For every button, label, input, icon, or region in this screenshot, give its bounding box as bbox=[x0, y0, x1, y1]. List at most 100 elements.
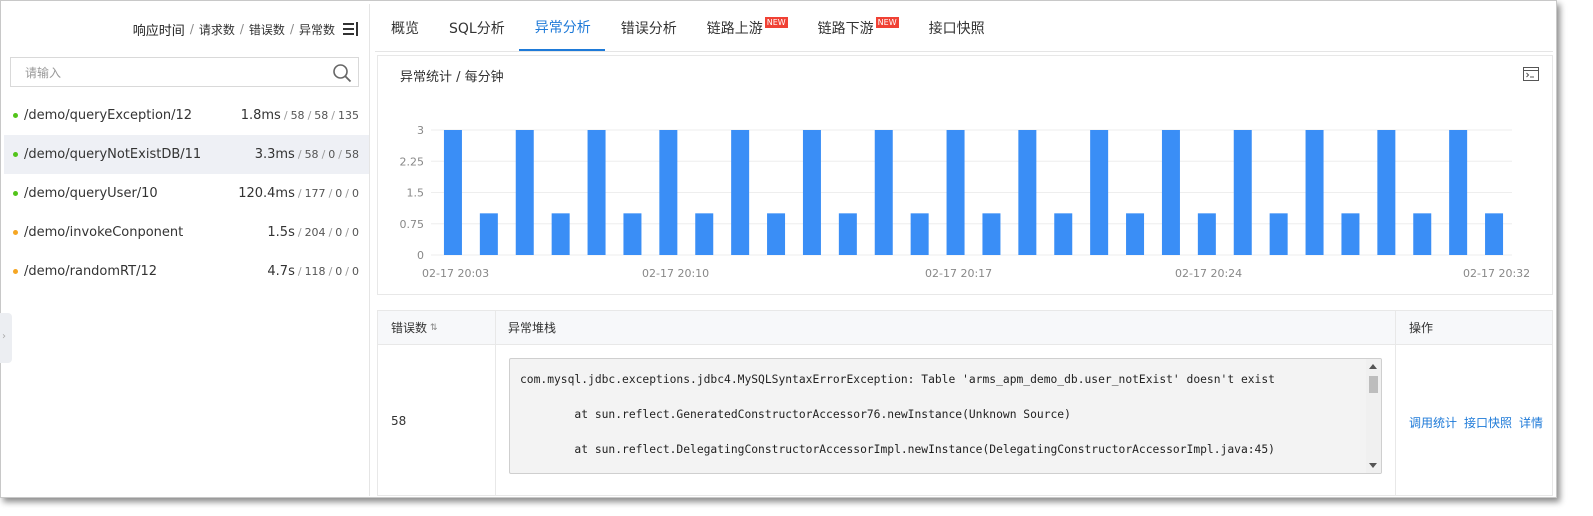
api-exceptions: 58 bbox=[345, 148, 359, 161]
stat-separator: / bbox=[297, 265, 302, 278]
api-exceptions: 0 bbox=[352, 226, 359, 239]
api-list-item[interactable]: /demo/queryNotExistDB/11 3.3ms/58/0/58 bbox=[4, 135, 369, 174]
stat-separator: / bbox=[338, 148, 342, 161]
x-tick-label: 02-17 20:24 bbox=[1175, 267, 1242, 280]
header-error-count[interactable]: 错误数 ⇅ bbox=[391, 311, 438, 344]
api-stats: 3.3ms/58/0/58 bbox=[255, 147, 359, 162]
stack-trace-box[interactable]: com.mysql.jdbc.exceptions.jdbc4.MySQLSyn… bbox=[509, 358, 1382, 474]
api-list-item[interactable]: /demo/queryException/12 1.8ms/58/58/135 bbox=[4, 96, 369, 135]
stat-separator: / bbox=[307, 109, 312, 122]
api-snapshot-link[interactable]: 接口快照 bbox=[1464, 414, 1512, 431]
bar-3 bbox=[551, 213, 570, 255]
bar-23 bbox=[1269, 213, 1288, 255]
tab-2[interactable]: 异常分析 bbox=[518, 4, 605, 51]
status-dot-icon bbox=[13, 191, 18, 196]
bar-26 bbox=[1377, 130, 1396, 255]
tab-label: 链路上游 bbox=[706, 20, 763, 37]
stat-separator: / bbox=[345, 187, 349, 200]
api-path: /demo/randomRT/12 bbox=[24, 264, 157, 279]
status-dot-icon bbox=[13, 152, 18, 157]
stat-separator: / bbox=[297, 187, 302, 200]
sort-arrows-icon[interactable]: ⇅ bbox=[430, 323, 438, 333]
tab-3[interactable]: 错误分析 bbox=[605, 4, 691, 51]
bar-7 bbox=[695, 213, 714, 255]
bar-29 bbox=[1485, 213, 1504, 255]
row-actions: 调用统计 接口快照 详情 bbox=[1409, 414, 1543, 431]
bar-20 bbox=[1161, 130, 1180, 255]
stat-separator: / bbox=[321, 148, 326, 161]
tab-label: 异常分析 bbox=[534, 19, 591, 36]
chevron-right-icon: › bbox=[2, 331, 6, 342]
stat-separator: / bbox=[345, 226, 349, 239]
stat-separator: / bbox=[328, 226, 333, 239]
bar-6 bbox=[659, 130, 678, 255]
api-requests: 118 bbox=[304, 265, 326, 278]
y-tick-label: 2.25 bbox=[400, 155, 425, 168]
header-stack: 异常堆栈 bbox=[508, 321, 557, 335]
stack-line: at sun.reflect.GeneratedConstructorAcces… bbox=[520, 408, 1071, 421]
tab-6[interactable]: 接口快照 bbox=[913, 4, 999, 51]
bar-10 bbox=[802, 130, 821, 255]
stat-separator: / bbox=[297, 148, 302, 161]
bar-2 bbox=[515, 130, 534, 255]
stat-separator: / bbox=[345, 265, 349, 278]
bar-25 bbox=[1341, 213, 1360, 255]
api-exceptions: 0 bbox=[352, 265, 359, 278]
tab-label: 错误分析 bbox=[620, 20, 677, 37]
api-list-item[interactable]: /demo/invokeConponent 1.5s/204/0/0 bbox=[4, 213, 369, 252]
scroll-down-icon[interactable] bbox=[1369, 463, 1377, 468]
tab-5[interactable]: 链路下游 NEW bbox=[802, 4, 913, 51]
x-tick-label: 02-17 20:32 bbox=[1463, 267, 1530, 280]
stack-line: at sun.reflect.DelegatingConstructorAcce… bbox=[520, 443, 1275, 456]
bar-8 bbox=[731, 130, 750, 255]
sort-option-rt[interactable]: 响应时间 bbox=[133, 20, 185, 39]
api-path: /demo/queryNotExistDB/11 bbox=[24, 147, 202, 162]
api-list-item[interactable]: /demo/randomRT/12 4.7s/118/0/0 bbox=[4, 252, 369, 291]
api-rt: 1.8ms bbox=[240, 108, 281, 123]
search-icon[interactable] bbox=[332, 63, 352, 83]
bar-13 bbox=[910, 213, 929, 255]
stack-scrollbar[interactable] bbox=[1366, 359, 1381, 473]
bar-18 bbox=[1090, 130, 1109, 255]
api-list: /demo/queryException/12 1.8ms/58/58/135/d… bbox=[4, 96, 369, 291]
sort-option-exceptions[interactable]: 异常数 bbox=[299, 21, 335, 38]
tab-0[interactable]: 概览 bbox=[375, 4, 433, 51]
exception-bar-chart: 0 0.75 1.5 2.25 3 02-17 20:03 02-17 20:10 02-17… bbox=[400, 124, 1531, 280]
sort-separator: / bbox=[289, 22, 294, 36]
table-header: 错误数 ⇅ 异常堆栈 操作 bbox=[378, 311, 1552, 345]
scroll-thumb[interactable] bbox=[1369, 376, 1378, 393]
stack-line: com.mysql.jdbc.exceptions.jdbc4.MySQLSyn… bbox=[520, 373, 1275, 386]
call-stats-link[interactable]: 调用统计 bbox=[1409, 414, 1457, 431]
sort-options-bar: 响应时间 / 请求数 / 错误数 / 异常数 bbox=[133, 19, 359, 39]
tab-4[interactable]: 链路上游 NEW bbox=[691, 4, 802, 51]
sidebar-collapse-handle[interactable]: › bbox=[0, 313, 12, 363]
x-tick-label: 02-17 20:17 bbox=[925, 267, 992, 280]
exception-chart-card: 异常统计 / 每分钟 0 0.75 1.5 2.25 3 02-17 20:03 02-17… bbox=[377, 55, 1553, 295]
api-requests: 177 bbox=[304, 187, 326, 200]
api-list-item[interactable]: /demo/queryUser/10 120.4ms/177/0/0 bbox=[4, 174, 369, 213]
api-stats: 1.5s/204/0/0 bbox=[267, 225, 359, 240]
api-errors: 0 bbox=[335, 265, 343, 278]
sort-separator: / bbox=[239, 22, 244, 36]
new-badge: NEW bbox=[764, 17, 788, 28]
sort-option-requests[interactable]: 请求数 bbox=[199, 21, 235, 38]
bar-24 bbox=[1305, 130, 1324, 255]
bar-16 bbox=[1018, 130, 1037, 255]
y-tick-label: 0.75 bbox=[400, 218, 425, 231]
sort-order-icon[interactable] bbox=[343, 21, 359, 37]
api-path: /demo/queryException/12 bbox=[24, 108, 193, 123]
bar-1 bbox=[479, 213, 498, 255]
api-requests: 204 bbox=[304, 226, 326, 239]
scroll-up-icon[interactable] bbox=[1369, 364, 1377, 369]
api-requests: 58 bbox=[290, 109, 305, 122]
details-link[interactable]: 详情 bbox=[1519, 414, 1543, 431]
sort-option-errors[interactable]: 错误数 bbox=[249, 21, 285, 38]
api-sidebar: 响应时间 / 请求数 / 错误数 / 异常数 /demo/queryExcept… bbox=[4, 4, 370, 496]
sort-separator: / bbox=[189, 22, 194, 36]
api-errors: 0 bbox=[335, 226, 343, 239]
tab-1[interactable]: SQL分析 bbox=[433, 4, 519, 51]
api-path: /demo/queryUser/10 bbox=[24, 186, 158, 201]
stat-separator: / bbox=[328, 187, 333, 200]
search-input[interactable] bbox=[23, 64, 327, 82]
column-divider bbox=[495, 311, 496, 495]
